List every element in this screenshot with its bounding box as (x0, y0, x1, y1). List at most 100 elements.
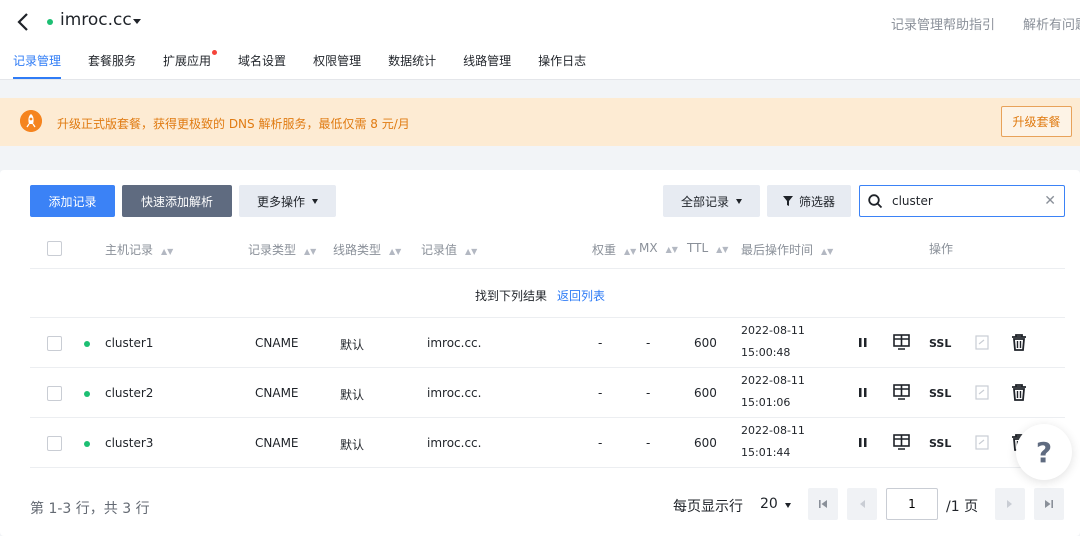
top-bar: imroc.cc 记录管理帮助指引 解析有问题 记录管理 套餐服务 扩展应用 域… (0, 0, 1080, 80)
sort-icon: ▲▼ (389, 247, 402, 256)
tab-records[interactable]: 记录管理 (13, 52, 62, 79)
search-box: ✕ (859, 185, 1065, 217)
banner-text: 升级正式版套餐，获得更极致的 DNS 解析服务，最低仅需 8 元/月 (57, 117, 410, 131)
table-icon[interactable] (893, 334, 910, 350)
filter-button[interactable]: 筛选器 (767, 185, 851, 217)
last-page-button[interactable] (1034, 488, 1064, 520)
cell-host: cluster2 (105, 386, 154, 400)
sort-icon: ▲▼ (161, 247, 174, 256)
cell-ttl: 600 (694, 336, 717, 350)
cell-host: cluster1 (105, 336, 154, 350)
pause-icon[interactable] (858, 337, 868, 348)
ssl-button[interactable]: SSL (929, 437, 951, 450)
cell-date: 2022-08-11 (741, 374, 805, 387)
col-line[interactable]: 线路类型 ▲▼ (333, 241, 401, 258)
col-line-label: 线路类型 (333, 243, 382, 257)
sort-icon: ▲▼ (304, 247, 317, 256)
trash-icon[interactable] (1011, 334, 1027, 351)
table-icon[interactable] (893, 384, 910, 400)
tab-extensions[interactable]: 扩展应用 (163, 50, 218, 79)
ssl-button[interactable]: SSL (929, 337, 951, 350)
more-actions-button[interactable]: 更多操作 (239, 185, 336, 217)
cell-line: 默认 (340, 438, 365, 452)
status-dot (84, 391, 90, 397)
col-actions: 操作 (929, 242, 954, 256)
cell-line: 默认 (340, 388, 365, 402)
row-checkbox[interactable] (47, 386, 62, 401)
per-page-label: 每页显示行 (673, 499, 743, 515)
sort-icon: ▲▼ (665, 245, 678, 254)
next-page-icon (1007, 500, 1012, 508)
tab-extensions-label: 扩展应用 (163, 54, 212, 68)
next-page-button[interactable] (995, 488, 1025, 520)
cell-weight: - (598, 336, 603, 350)
row-checkbox[interactable] (47, 436, 62, 451)
search-result-bar: 找到下列结果 返回列表 (0, 287, 1080, 304)
col-type[interactable]: 记录类型 ▲▼ (248, 241, 316, 258)
upgrade-banner: 升级正式版套餐，获得更极致的 DNS 解析服务，最低仅需 8 元/月 升级套餐 (0, 98, 1080, 146)
first-page-button[interactable] (808, 488, 838, 520)
tab-logs[interactable]: 操作日志 (538, 52, 586, 79)
note-icon[interactable] (975, 435, 989, 450)
main-tabs: 记录管理 套餐服务 扩展应用 域名设置 权限管理 数据统计 线路管理 操作日志 (13, 50, 613, 79)
col-updated[interactable]: 最后操作时间 ▲▼ (741, 241, 833, 258)
prev-page-button[interactable] (847, 488, 877, 520)
col-host[interactable]: 主机记录 ▲▼ (105, 241, 173, 258)
tab-domain-settings[interactable]: 域名设置 (238, 52, 286, 79)
divider (30, 467, 1065, 468)
cell-date: 2022-08-11 (741, 424, 805, 437)
cell-date: 2022-08-11 (741, 324, 805, 337)
table-icon[interactable] (893, 434, 910, 450)
col-value[interactable]: 记录值 ▲▼ (421, 241, 477, 258)
cell-type: CNAME (255, 336, 299, 350)
chevron-down-icon (312, 198, 318, 204)
col-host-label: 主机记录 (105, 243, 154, 257)
tab-lines[interactable]: 线路管理 (463, 52, 511, 79)
divider (30, 268, 1065, 269)
cell-value: imroc.cc. (427, 436, 482, 450)
pause-icon[interactable] (858, 437, 868, 448)
tab-packages[interactable]: 套餐服务 (88, 52, 136, 79)
help-button[interactable]: ? (1016, 424, 1072, 480)
ssl-button[interactable]: SSL (929, 387, 951, 400)
upgrade-button[interactable]: 升级套餐 (1001, 106, 1072, 137)
row-checkbox[interactable] (47, 336, 62, 351)
col-type-label: 记录类型 (248, 243, 297, 257)
pause-icon[interactable] (858, 387, 868, 398)
col-ttl-label: TTL (687, 241, 709, 255)
col-ttl[interactable]: TTL ▲▼ (687, 241, 728, 255)
records-card: 添加记录 快速添加解析 更多操作 全部记录 筛选器 ✕ 主机记录 ▲▼ 记录类型 ▲… (0, 170, 1080, 536)
tab-statistics[interactable]: 数据统计 (388, 52, 436, 79)
all-records-label: 全部记录 (680, 194, 729, 209)
trash-icon[interactable] (1011, 384, 1027, 401)
select-all-checkbox[interactable] (47, 241, 62, 256)
note-icon[interactable] (975, 335, 989, 350)
tab-permissions[interactable]: 权限管理 (313, 52, 361, 79)
note-icon[interactable] (975, 385, 989, 400)
filter-label: 筛选器 (798, 194, 835, 209)
col-weight[interactable]: 权重 ▲▼ (592, 241, 636, 258)
domain-name[interactable]: imroc.cc (60, 10, 132, 30)
cell-value: imroc.cc. (427, 336, 482, 350)
cell-mx: - (646, 386, 651, 400)
back-to-list-link[interactable]: 返回列表 (557, 289, 605, 303)
cell-time: 15:01:06 (741, 396, 791, 409)
resolve-issue-link[interactable]: 解析有问题 (1023, 14, 1080, 33)
cell-type: CNAME (255, 436, 299, 450)
rocket-icon (20, 110, 42, 132)
page-number-input[interactable] (886, 488, 938, 520)
clear-icon[interactable]: ✕ (1044, 194, 1056, 208)
cell-type: CNAME (255, 386, 299, 400)
help-guide-link[interactable]: 记录管理帮助指引 (891, 14, 995, 33)
sort-icon: ▲▼ (716, 245, 729, 254)
col-mx[interactable]: MX ▲▼ (639, 241, 678, 255)
chevron-down-icon[interactable] (133, 19, 141, 24)
per-page-select[interactable]: 20 (760, 496, 791, 512)
per-page-value: 20 (760, 496, 778, 512)
back-arrow-icon[interactable] (14, 11, 34, 33)
add-record-button[interactable]: 添加记录 (30, 185, 115, 217)
quick-add-button[interactable]: 快速添加解析 (122, 185, 232, 217)
all-records-dropdown[interactable]: 全部记录 (663, 185, 760, 217)
search-input[interactable] (892, 192, 1042, 210)
cell-value: imroc.cc. (427, 386, 482, 400)
